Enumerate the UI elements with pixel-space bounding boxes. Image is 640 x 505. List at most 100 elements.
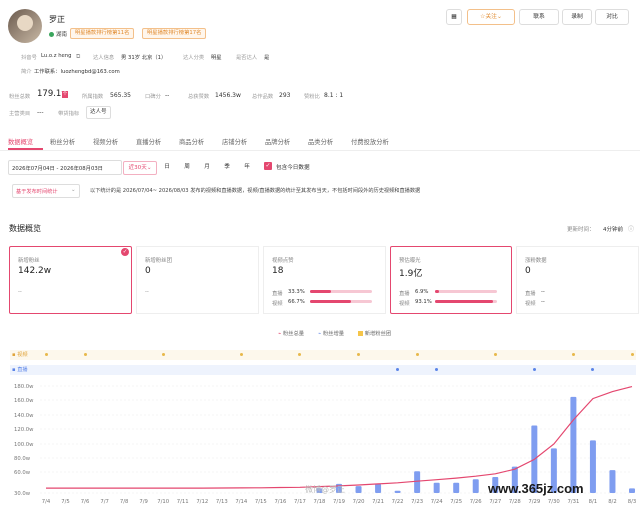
flag-value: 是 bbox=[264, 55, 270, 61]
date-range-picker[interactable]: 2026年07月04日 - 2026年08月03日 bbox=[8, 160, 122, 175]
card-value: 0 bbox=[525, 266, 531, 276]
follow-button[interactable]: ☆关注⌄ bbox=[467, 9, 515, 25]
y-tick-label: 30.0w bbox=[14, 491, 31, 497]
qrcode-button[interactable]: ▦ bbox=[446, 9, 462, 25]
tab-fans[interactable]: 粉丝分析 bbox=[50, 137, 75, 146]
row-pct: -- bbox=[541, 299, 545, 305]
row-label: 视频 bbox=[399, 301, 410, 307]
x-tick-label: 7/14 bbox=[235, 499, 248, 505]
legend-increment[interactable]: ⌁ 粉丝增量 bbox=[318, 329, 344, 337]
intro-label: 简介 bbox=[21, 69, 32, 75]
video-marker[interactable] bbox=[415, 353, 419, 356]
works-label: 总作品数 bbox=[252, 94, 274, 100]
card-new-fan-groups[interactable]: 新增粉丝团 0 -- bbox=[136, 246, 259, 314]
legend-total-label: 粉丝总量 bbox=[282, 331, 305, 337]
row-pct: 33.3% bbox=[288, 289, 305, 295]
share-bar-track bbox=[310, 300, 372, 303]
x-tick-label: 7/23 bbox=[411, 499, 423, 505]
legend-fan-group[interactable]: 新增粉丝团 bbox=[358, 329, 391, 337]
tab-goods[interactable]: 商品分析 bbox=[179, 137, 204, 146]
check-icon: ✓ bbox=[121, 248, 129, 256]
info-icon[interactable]: ⓘ bbox=[628, 224, 634, 233]
rank-tag-2[interactable]: 明星播款排行榜第17名 bbox=[142, 28, 207, 39]
tab-brand[interactable]: 品牌分析 bbox=[265, 137, 290, 146]
contact-button[interactable]: 联系 bbox=[519, 9, 559, 25]
row-label: 直播 bbox=[525, 291, 536, 297]
verified-dot-icon bbox=[49, 32, 54, 37]
video-marker[interactable] bbox=[239, 353, 243, 356]
video-marker[interactable] bbox=[571, 353, 575, 356]
flag-label: 是否达人 bbox=[236, 55, 258, 61]
video-strip-text: 视频 bbox=[17, 352, 28, 358]
x-tick-label: 7/22 bbox=[392, 499, 404, 505]
y-tick-label: 100.0w bbox=[14, 442, 34, 448]
share-bar-fill bbox=[435, 300, 493, 303]
copy-icon[interactable]: ⧉ bbox=[76, 53, 80, 61]
inviter-value: -- bbox=[165, 92, 170, 99]
category-label: 达人分类 bbox=[183, 55, 205, 61]
video-marker[interactable] bbox=[630, 353, 634, 356]
x-tick-label: 7/9 bbox=[139, 499, 148, 505]
card-value: 1.9亿 bbox=[399, 269, 423, 279]
card-fan-growth[interactable]: 涨粉数据 0 直播 -- 视频 -- bbox=[516, 246, 639, 314]
tab-video[interactable]: 视频分析 bbox=[93, 137, 118, 146]
period-30d[interactable]: 近30天⌄ bbox=[123, 161, 157, 175]
likes-value: 1456.3w bbox=[215, 92, 241, 99]
update-value: 4分钟前 bbox=[603, 227, 623, 233]
compare-button[interactable]: 对比 bbox=[595, 9, 629, 25]
bar bbox=[414, 471, 421, 493]
video-marker[interactable] bbox=[493, 353, 497, 356]
include-today-checkbox[interactable]: ✓ bbox=[264, 162, 272, 170]
rank-tag-1[interactable]: 明星播款排行榜第11名 bbox=[70, 28, 135, 39]
card-title: 新增粉丝团 bbox=[145, 258, 172, 264]
period-quarter[interactable]: 季 bbox=[220, 161, 234, 173]
live-dot-icon: ▪ bbox=[12, 367, 16, 373]
record-button[interactable]: 录制 bbox=[562, 9, 592, 25]
bar bbox=[394, 490, 401, 493]
live-marker[interactable] bbox=[532, 368, 536, 371]
tab-category[interactable]: 品类分析 bbox=[308, 137, 333, 146]
card-new-fans[interactable]: ✓ 新增粉丝 142.2w -- bbox=[9, 246, 132, 314]
period-day[interactable]: 日 bbox=[160, 161, 174, 173]
legend-total[interactable]: ⌁ 粉丝总量 bbox=[278, 329, 304, 337]
follow-label: 关注 bbox=[485, 14, 497, 20]
douyin-id: Lu.o.z heng bbox=[41, 53, 72, 59]
share-bar-fill bbox=[435, 290, 440, 293]
card-value: 0 bbox=[145, 266, 151, 276]
tab-shop[interactable]: 店铺分析 bbox=[222, 137, 247, 146]
video-marker[interactable] bbox=[44, 353, 48, 356]
stat-basis-dropdown[interactable]: 基于发布时间统计 ⌄ bbox=[12, 184, 80, 198]
bar bbox=[589, 440, 596, 493]
mcn-label: 所属指数 bbox=[82, 94, 104, 100]
y-tick-label: 140.0w bbox=[14, 413, 34, 419]
card-exposure[interactable]: 预估曝光 1.9亿 直播 6.9% 视频 93.1% bbox=[390, 246, 512, 314]
video-marker[interactable] bbox=[83, 353, 87, 356]
bar bbox=[453, 482, 460, 493]
video-strip-label: ▪ 视频 bbox=[12, 351, 28, 358]
row-pct: 93.1% bbox=[415, 299, 432, 305]
period-week[interactable]: 周 bbox=[180, 161, 194, 173]
card-video-likes[interactable]: 视频点赞 18 直播 33.3% 视频 66.7% bbox=[263, 246, 386, 314]
verified-label: 湖南 bbox=[56, 32, 68, 38]
row-label: 直播 bbox=[272, 291, 283, 297]
card-sub: -- bbox=[145, 289, 149, 295]
period-year[interactable]: 年 bbox=[240, 161, 254, 173]
y-tick-label: 80.0w bbox=[14, 456, 31, 462]
video-marker[interactable] bbox=[161, 353, 165, 356]
card-title: 预估曝光 bbox=[399, 258, 421, 264]
ratio-label: 赞粉比 bbox=[304, 94, 320, 100]
tab-live[interactable]: 直播分析 bbox=[136, 137, 161, 146]
date-range-text: 2026年07月04日 - 2026年08月03日 bbox=[12, 166, 103, 172]
weibo-watermark: 微博@罗正 bbox=[305, 485, 345, 494]
period-month[interactable]: 月 bbox=[200, 161, 214, 173]
bar bbox=[355, 486, 362, 493]
bar bbox=[609, 470, 616, 493]
legend-increment-label: 粉丝增量 bbox=[322, 331, 345, 337]
x-tick-label: 7/18 bbox=[314, 499, 327, 505]
tab-overview[interactable]: 数据概览 bbox=[8, 137, 33, 146]
x-tick-label: 7/26 bbox=[470, 499, 483, 505]
inviter-label: 口碑分 bbox=[145, 94, 161, 100]
avatar bbox=[8, 9, 42, 43]
tab-paid[interactable]: 付费投放分析 bbox=[351, 137, 389, 146]
qrcode-icon: ▦ bbox=[451, 14, 457, 20]
